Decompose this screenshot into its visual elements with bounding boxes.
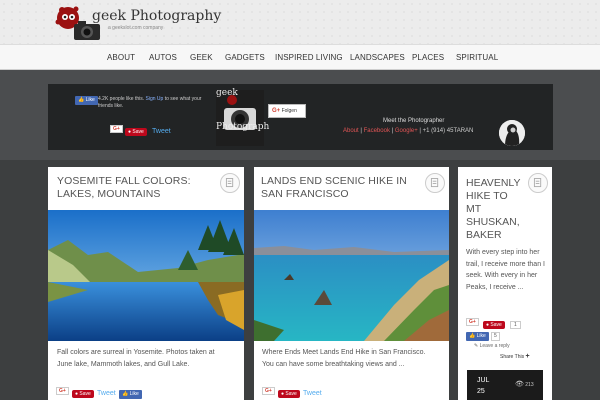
like-count: 5 [491,332,500,341]
main-nav: ABOUT AUTOS GEEK GADGETS INSPIRED LIVING… [0,44,600,70]
pinterest-save-button[interactable]: ● Save [125,128,147,136]
nav-item-inspired-living[interactable]: INSPIRED LIVING [275,53,343,62]
geek-photography-logo-icon[interactable] [216,90,264,146]
facebook-like-button[interactable]: 👍 Like [466,332,489,341]
tweet-button[interactable]: Tweet [97,390,116,397]
google-plus-button[interactable]: G+ [110,125,123,133]
thumbs-up-icon: 👍 [469,333,476,339]
about-link[interactable]: About [343,128,359,134]
mid-logo-text-top: geek [216,88,238,98]
pinterest-save-button[interactable]: ● Save [278,390,300,398]
tweet-button[interactable]: Tweet [303,390,322,397]
google-plus-button[interactable]: G+ [56,387,69,395]
post-title[interactable]: LANDS END SCENIC HIKE IN SAN FRANCISCO [261,175,407,201]
post-excerpt: Where Ends Meet Lands End Hike in San Fr… [262,349,426,368]
document-icon[interactable] [220,173,240,193]
facebook-like-text: 4.2K people like this. Sign Up to see wh… [98,96,202,109]
pinterest-icon: ● [75,391,79,397]
thumbs-up-icon: 👍 [122,391,129,397]
site-header: geek Photography a geekslot.com company [0,0,600,44]
nav-item-about[interactable]: ABOUT [107,53,135,62]
post-card-heavenly-hike: HEAVENLY HIKE TO MT SHUSKAN, BAKER With … [458,167,552,400]
post-date: JUL 25 [477,377,490,395]
thumbs-up-icon: 👍 [78,97,85,103]
post-title[interactable]: HEAVENLY HIKE TO MT SHUSKAN, BAKER [466,177,520,242]
facebook-signup-link[interactable]: Sign Up [146,96,164,102]
google-plus-button[interactable]: G+ [262,387,275,395]
document-icon[interactable] [528,173,548,193]
post-excerpt: Fall colors are surreal in Yosemite. Pho… [57,349,215,368]
document-icon[interactable] [425,173,445,193]
google-plus-link[interactable]: Google+ [395,128,418,134]
nav-item-geek[interactable]: GEEK [190,53,213,62]
plus-icon: + [525,353,530,360]
post-title[interactable]: YOSEMITE FALL COLORS: LAKES, MOUNTAINS [57,175,191,201]
pinterest-save-button[interactable]: ● Save [483,321,505,329]
post-image-lands-end[interactable] [254,210,449,341]
photographer-avatar[interactable] [499,120,525,146]
pinterest-icon: ● [281,391,285,397]
social-strip: 👍 Like 4.2K people like this. Sign Up to… [48,84,553,150]
google-plus-icon: G+ [272,108,281,114]
site-title[interactable]: geek Photography [92,8,221,24]
facebook-like-button[interactable]: 👍 Like [75,96,98,105]
pinterest-icon: ● [486,322,490,328]
share-this-button[interactable]: Share This + [500,353,530,360]
nav-item-places[interactable]: PLACES [412,53,444,62]
nav-item-gadgets[interactable]: GADGETS [225,53,265,62]
pinterest-save-button[interactable]: ● Save [72,390,94,398]
post-excerpt: With every step into her trail, I receiv… [466,249,545,291]
save-count: 1 [510,321,521,329]
google-follow-button[interactable]: G+ Folgen [268,104,306,118]
nav-item-autos[interactable]: AUTOS [149,53,177,62]
facebook-link[interactable]: Facebook [364,128,390,134]
post-card-yosemite: YOSEMITE FALL COLORS: LAKES, MOUNTAINS F… [48,167,244,400]
eye-icon: 👁 [515,381,524,388]
facebook-like-button[interactable]: 👍 Like [119,390,142,399]
date-box: JUL 25 👁 213 [467,370,543,400]
photographer-links: About | Facebook | Google+ | +1 (914) 45… [343,128,474,134]
post-card-lands-end: LANDS END SCENIC HIKE IN SAN FRANCISCO W… [254,167,449,400]
leave-reply-link[interactable]: ✎ Leave a reply [474,343,510,349]
post-image-yosemite[interactable] [48,210,244,341]
site-tagline: a geekslot.com company [108,25,164,31]
google-plus-button[interactable]: G+ [466,318,479,326]
phone-number: +1 (914) 45TARAN [422,128,474,134]
comment-icon: ✎ [474,343,479,349]
tweet-button[interactable]: Tweet [152,128,171,135]
mid-logo-text-bottom: Photograph [216,122,270,132]
photographer-title: Meet the Photographer [383,118,445,124]
nav-item-landscapes[interactable]: LANDSCAPES [350,53,405,62]
nav-item-spiritual[interactable]: SPIRITUAL [456,53,498,62]
view-count: 👁 213 [515,381,534,388]
pinterest-icon: ● [128,129,132,135]
